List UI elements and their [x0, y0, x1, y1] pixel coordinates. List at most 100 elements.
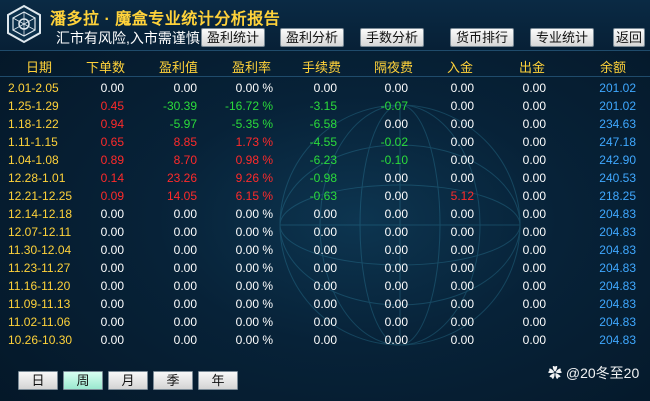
cell-orders: 0.00: [100, 225, 124, 239]
column-header-fee: 手续费: [301, 60, 341, 75]
cell-withdraw: 0.00: [522, 261, 546, 275]
cell-withdraw: 0.00: [522, 207, 546, 221]
table-row: 11.16-11.20 0.00 0.00 0.00 % 0.00 0.00 0.00 0.0…: [0, 277, 650, 295]
nav-profit-stats-button[interactable]: 盈利统计: [201, 28, 266, 47]
cell-balance: 204.83: [599, 207, 636, 221]
cell-swap: -0.02: [380, 135, 408, 149]
cell-profit: -30.39: [162, 99, 197, 113]
cell-rate: 0.00 %: [235, 279, 273, 293]
cell-rate: -5.35 %: [231, 117, 273, 131]
app-title: 潘多拉 · 魔盒专业统计分析报告: [50, 11, 281, 28]
table-row: 1.25-1.29 0.45 -30.39 -16.72 % -3.15 -0.07 0.0…: [0, 97, 650, 115]
cell-deposit: 0.00: [450, 99, 474, 113]
cell-fee: 0.00: [313, 261, 337, 275]
header-bar: 潘多拉 · 魔盒专业统计分析报告 汇市有风险,入市需谨慎! 盈利统计 盈利分析 …: [0, 0, 650, 51]
cell-deposit: 0.00: [450, 225, 474, 239]
cell-profit: 0.00: [173, 261, 197, 275]
column-header-rate: 盈利率: [231, 60, 271, 75]
period-tab-quarter[interactable]: 季: [153, 371, 193, 390]
cell-swap: 0.00: [384, 207, 408, 221]
cell-fee: -4.55: [309, 135, 337, 149]
table-row: 2.01-2.05 0.00 0.00 0.00 % 0.00 0.00 0.00 0.00 2…: [0, 79, 650, 97]
cell-balance: 240.53: [599, 171, 636, 185]
cell-rate: 0.00 %: [235, 297, 273, 311]
table-row: 12.28-1.01 0.14 23.26 9.26 % -0.98 0.00 0.00 0.…: [0, 169, 650, 187]
hexagon-logo-icon: [7, 4, 41, 44]
cell-swap: 0.00: [384, 189, 408, 203]
cell-orders: 0.00: [100, 279, 124, 293]
cell-profit: 0.00: [173, 207, 197, 221]
cell-orders: 0.00: [100, 243, 124, 257]
cell-balance: 201.02: [599, 81, 636, 95]
cell-deposit: 0.00: [450, 117, 474, 131]
cell-rate: 0.00 %: [235, 225, 273, 239]
cell-deposit: 0.00: [450, 243, 474, 257]
cell-deposit: 0.00: [450, 315, 474, 329]
cell-withdraw: 0.00: [522, 243, 546, 257]
cell-fee: 0.00: [313, 279, 337, 293]
column-header-profit: 盈利值: [158, 60, 198, 75]
cell-profit: 14.05: [166, 189, 197, 203]
table-row: 1.11-1.15 0.65 8.85 1.73 % -4.55 -0.02 0.00 0.0…: [0, 133, 650, 151]
cell-profit: 0.00: [173, 315, 197, 329]
cell-fee: -3.15: [309, 99, 337, 113]
cell-deposit: 0.00: [450, 207, 474, 221]
watermark: ✿ @20冬至20: [548, 363, 639, 383]
table-row: 11.02-11.06 0.00 0.00 0.00 % 0.00 0.00 0.00 0.0…: [0, 313, 650, 331]
nav-profit-analysis-button[interactable]: 盈利分析: [280, 28, 345, 47]
cell-orders: 0.14: [100, 171, 124, 185]
cell-balance: 218.25: [599, 189, 636, 203]
cell-deposit: 0.00: [450, 171, 474, 185]
cell-profit: 0.00: [173, 297, 197, 311]
period-tab-year[interactable]: 年: [198, 371, 238, 390]
cell-swap: 0.00: [384, 81, 408, 95]
cell-withdraw: 0.00: [522, 171, 546, 185]
cell-withdraw: 0.00: [522, 117, 546, 131]
nav-lots-analysis-button[interactable]: 手数分析: [360, 28, 425, 47]
period-tab-week[interactable]: 周: [63, 371, 103, 390]
nav-currency-ranking-button[interactable]: 货币排行: [450, 28, 515, 47]
cell-withdraw: 0.00: [522, 297, 546, 311]
cell-swap: 0.00: [384, 171, 408, 185]
cell-withdraw: 0.00: [522, 153, 546, 167]
cell-rate: 0.00 %: [235, 207, 273, 221]
column-header-orders: 下单数: [85, 60, 125, 75]
cell-balance: 204.83: [599, 333, 636, 347]
period-tab-day[interactable]: 日: [18, 371, 58, 390]
table-row: 11.23-11.27 0.00 0.00 0.00 % 0.00 0.00 0.00 0.0…: [0, 259, 650, 277]
cell-balance: 204.83: [599, 261, 636, 275]
watermark-text: @20冬至20: [565, 365, 640, 381]
cell-profit: 0.00: [173, 81, 197, 95]
cell-balance: 247.18: [599, 135, 636, 149]
nav-pro-stats-button[interactable]: 专业统计: [530, 28, 595, 47]
cell-orders: 0.94: [100, 117, 124, 131]
cell-profit: 0.00: [173, 333, 197, 347]
cell-deposit: 0.00: [450, 297, 474, 311]
cell-rate: 0.00 %: [235, 81, 273, 95]
cell-rate: 0.00 %: [235, 315, 273, 329]
weibo-icon: ✿: [548, 365, 562, 381]
cell-deposit: 0.00: [450, 333, 474, 347]
back-button[interactable]: 返回: [613, 28, 646, 47]
table-row: 12.14-12.18 0.00 0.00 0.00 % 0.00 0.00 0.00 0.0…: [0, 205, 650, 223]
cell-profit: 0.00: [173, 279, 197, 293]
cell-deposit: 5.12: [450, 189, 474, 203]
cell-orders: 0.00: [100, 315, 124, 329]
cell-fee: 0.00: [313, 243, 337, 257]
cell-profit: 0.00: [173, 225, 197, 239]
cell-fee: 0.00: [313, 207, 337, 221]
cell-profit: 8.85: [173, 135, 197, 149]
column-header-date: 日期: [26, 60, 53, 75]
table-row: 1.18-1.22 0.94 -5.97 -5.35 % -6.58 0.00 0.00 0.…: [0, 115, 650, 133]
cell-fee: -0.98: [309, 171, 337, 185]
cell-withdraw: 0.00: [522, 189, 546, 203]
cell-orders: 0.65: [100, 135, 124, 149]
cell-withdraw: 0.00: [522, 99, 546, 113]
cell-deposit: 0.00: [450, 135, 474, 149]
cell-fee: 0.00: [313, 225, 337, 239]
cell-balance: 204.83: [599, 279, 636, 293]
cell-rate: 9.26 %: [235, 171, 273, 185]
cell-fee: 0.00: [313, 315, 337, 329]
cell-orders: 0.00: [100, 297, 124, 311]
period-tab-month[interactable]: 月: [108, 371, 148, 390]
